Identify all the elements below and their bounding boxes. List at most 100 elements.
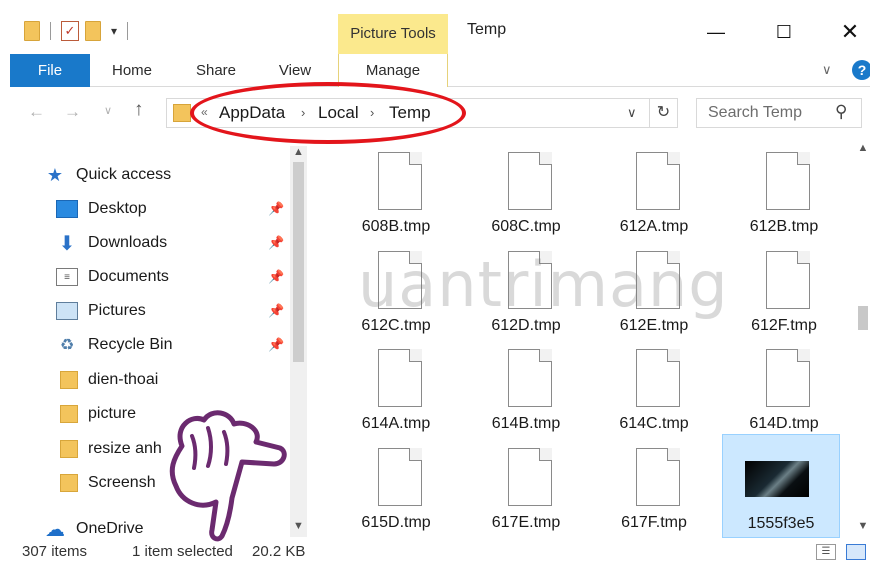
search-input[interactable]: Search Temp ⚲ xyxy=(696,98,862,128)
sidebar-item-recycle-bin[interactable]: ♻ Recycle Bin xyxy=(56,330,173,360)
toolbar-divider xyxy=(50,22,51,40)
scroll-thumb[interactable] xyxy=(858,306,868,330)
sidebar-item-label: Pictures xyxy=(88,302,146,319)
file-fold xyxy=(667,152,680,165)
close-button[interactable]: ✕ xyxy=(828,16,870,48)
pin-icon[interactable]: 📌 xyxy=(268,269,284,285)
scroll-up-icon[interactable]: ▲ xyxy=(856,142,870,154)
refresh-icon[interactable]: ↻ xyxy=(649,99,677,127)
search-icon[interactable]: ⚲ xyxy=(835,102,847,122)
desktop-icon xyxy=(56,200,78,218)
sidebar-item-documents[interactable]: ≡ Documents xyxy=(56,262,169,292)
expand-ribbon-icon[interactable]: ∨ xyxy=(822,62,832,78)
sidebar-item-label: dien-thoai xyxy=(88,371,159,388)
documents-icon: ≡ xyxy=(56,268,78,286)
file-fold xyxy=(409,349,422,362)
file-fold xyxy=(539,152,552,165)
file-explorer-window: ✓ ▾ Picture Tools Temp — ☐ ✕ File Home S… xyxy=(10,8,870,565)
sidebar-item-quick-access[interactable]: ★ Quick access xyxy=(44,160,171,190)
navigation-scrollbar[interactable]: ▲ ▼ xyxy=(290,146,307,537)
customize-toolbar-icon[interactable]: ▾ xyxy=(111,24,117,38)
file-item[interactable]: 612F.tmp xyxy=(730,245,838,341)
sidebar-item-screenshots[interactable]: Screensh xyxy=(56,468,156,498)
sidebar-item-dien-thoai[interactable]: dien-thoai xyxy=(56,365,158,395)
file-name: 614A.tmp xyxy=(361,415,431,432)
window-title: Temp xyxy=(467,21,507,38)
pin-icon[interactable]: 📌 xyxy=(268,201,284,217)
scroll-down-icon[interactable]: ▼ xyxy=(856,520,870,532)
file-item[interactable]: 614D.tmp xyxy=(730,343,838,439)
folder-icon xyxy=(173,104,191,122)
file-fold xyxy=(539,448,552,461)
file-name: 608B.tmp xyxy=(361,218,431,235)
folder-icon xyxy=(60,371,78,389)
properties-icon[interactable]: ✓ xyxy=(61,21,79,41)
file-item[interactable]: 614C.tmp xyxy=(600,343,708,439)
recent-locations-icon[interactable]: ∨ xyxy=(104,104,112,117)
tab-share[interactable]: Share xyxy=(186,54,246,87)
sidebar-item-desktop[interactable]: Desktop xyxy=(56,194,147,224)
pin-icon[interactable]: 📌 xyxy=(268,303,284,319)
sidebar-item-label: Documents xyxy=(88,268,169,285)
file-item[interactable]: 614B.tmp xyxy=(472,343,580,439)
pin-icon[interactable]: 📌 xyxy=(268,337,284,353)
file-item[interactable]: 608C.tmp xyxy=(472,146,580,242)
file-item[interactable]: 617E.tmp xyxy=(472,442,580,538)
file-item[interactable]: 615D.tmp xyxy=(342,442,450,538)
file-name: 617E.tmp xyxy=(491,514,561,531)
sidebar-item-label: Screensh xyxy=(88,474,156,491)
file-item[interactable]: 614A.tmp xyxy=(342,343,450,439)
folder-icon xyxy=(60,440,78,458)
sidebar-item-downloads[interactable]: ⬇ Downloads xyxy=(56,228,168,258)
new-folder-icon[interactable] xyxy=(85,21,101,41)
back-arrow-icon[interactable]: ← xyxy=(28,102,45,122)
file-item[interactable]: 617F.tmp xyxy=(600,442,708,538)
pointing-hand-icon xyxy=(169,410,287,542)
selected-file-item[interactable]: 1555f3e5 xyxy=(722,434,840,538)
content-scrollbar[interactable]: ▲ ▼ xyxy=(856,138,870,538)
file-fold xyxy=(797,251,810,264)
scroll-thumb[interactable] xyxy=(293,162,304,362)
file-name: 612F.tmp xyxy=(751,317,817,334)
help-icon[interactable]: ? xyxy=(852,60,870,80)
image-thumbnail xyxy=(745,461,809,497)
sidebar-item-picture[interactable]: picture xyxy=(56,399,136,429)
title-bar: ✓ ▾ Picture Tools Temp — ☐ ✕ xyxy=(10,8,870,54)
file-fold xyxy=(409,152,422,165)
up-arrow-icon[interactable]: ↑ xyxy=(134,99,144,121)
tab-file[interactable]: File xyxy=(10,54,90,87)
onedrive-cloud-icon: ☁ xyxy=(45,518,65,541)
sidebar-item-label: resize anh xyxy=(88,440,162,457)
file-name: 1555f3e5 xyxy=(747,515,815,532)
selection-size: 20.2 KB xyxy=(252,543,306,560)
search-placeholder: Search Temp xyxy=(708,104,802,121)
file-name: 608C.tmp xyxy=(491,218,561,235)
file-name: 615D.tmp xyxy=(361,514,431,531)
large-icons-view-icon[interactable] xyxy=(846,544,866,560)
folder-icon[interactable] xyxy=(24,21,40,41)
toolbar-divider xyxy=(127,22,129,40)
file-item[interactable]: 612A.tmp xyxy=(600,146,708,242)
address-history-icon[interactable]: ∨ xyxy=(627,105,637,121)
file-fold xyxy=(667,349,680,362)
minimize-button[interactable]: — xyxy=(694,16,738,48)
file-name: 614C.tmp xyxy=(619,415,689,432)
sidebar-item-label: Recycle Bin xyxy=(88,336,173,353)
download-arrow-icon: ⬇ xyxy=(58,232,76,255)
scroll-down-icon[interactable]: ▼ xyxy=(290,520,307,532)
tab-home[interactable]: Home xyxy=(100,54,164,87)
maximize-button[interactable]: ☐ xyxy=(762,16,806,48)
forward-arrow-icon[interactable]: → xyxy=(64,102,81,122)
details-view-icon[interactable]: ☰ xyxy=(816,544,836,560)
pin-icon[interactable]: 📌 xyxy=(268,235,284,251)
ribbon-tabs: File Home Share View Manage ∨ ? xyxy=(10,54,870,87)
file-item[interactable]: 608B.tmp xyxy=(342,146,450,242)
folder-icon xyxy=(60,474,78,492)
sidebar-item-resize-anh[interactable]: resize anh xyxy=(56,434,162,464)
sidebar-item-pictures[interactable]: Pictures xyxy=(56,296,146,326)
file-item[interactable]: 612B.tmp xyxy=(730,146,838,242)
star-icon: ★ xyxy=(46,164,64,185)
scroll-up-icon[interactable]: ▲ xyxy=(290,146,307,158)
file-fold xyxy=(409,448,422,461)
folder-icon xyxy=(60,405,78,423)
